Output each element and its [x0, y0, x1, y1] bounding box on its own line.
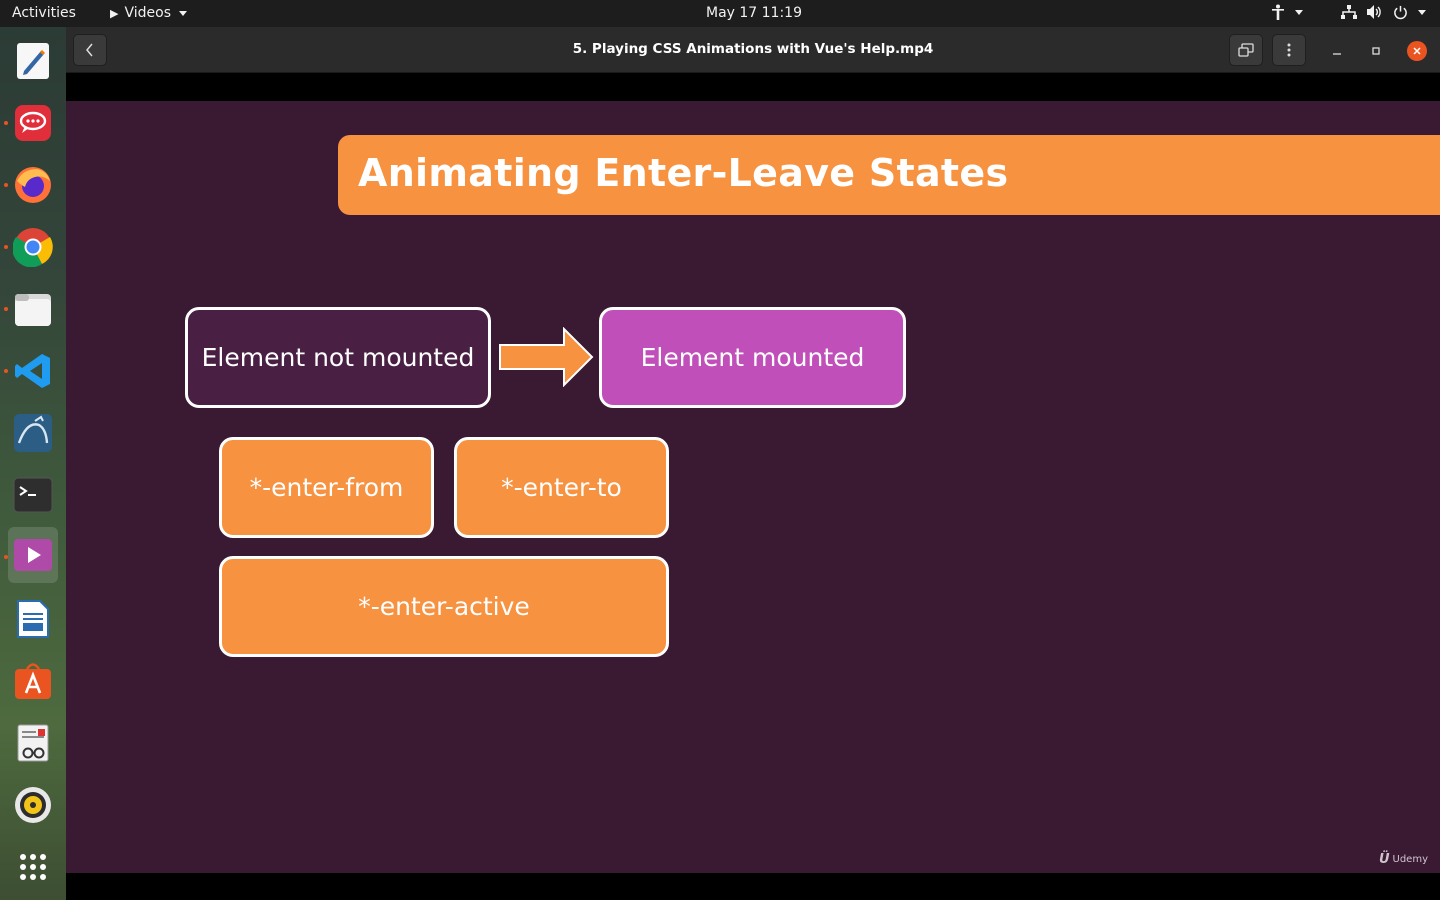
rhythmbox-icon — [15, 787, 51, 823]
box-element-mounted-label: Element mounted — [640, 343, 865, 372]
folder-icon — [15, 294, 51, 326]
dock-ubuntu-software[interactable] — [8, 653, 58, 709]
close-icon — [1413, 47, 1421, 55]
chevron-down-icon[interactable] — [1295, 9, 1303, 15]
box-enter-to-label: *-enter-to — [501, 473, 622, 502]
vscode-icon — [15, 354, 50, 388]
dock-terminal[interactable] — [8, 467, 58, 523]
top-bar: Activities ▶ Videos May 17 11:19 — [0, 0, 1440, 27]
chrome-icon — [13, 228, 53, 267]
box-enter-active-label: *-enter-active — [358, 592, 530, 621]
dock-libreoffice-writer[interactable] — [8, 591, 58, 647]
dock-rhythmbox[interactable] — [8, 777, 58, 833]
dock-chrome[interactable] — [8, 219, 58, 275]
box-element-mounted: Element mounted — [599, 307, 906, 408]
window-header: 5. Playing CSS Animations with Vue's Hel… — [66, 27, 1440, 73]
terminal-icon — [13, 477, 53, 513]
slide-title-band: Animating Enter-Leave States — [338, 135, 1440, 215]
system-tray[interactable] — [1271, 4, 1426, 20]
ubuntu-software-icon — [15, 663, 51, 699]
minimize-button[interactable] — [1327, 41, 1347, 61]
clock-label: May 17 11:19 — [705, 5, 802, 21]
chevron-down-icon[interactable] — [1418, 9, 1426, 15]
dock-videos[interactable] — [8, 527, 58, 583]
mysql-workbench-icon — [14, 414, 52, 452]
restore-window-icon — [1238, 43, 1254, 57]
box-element-not-mounted-label: Element not mounted — [201, 343, 475, 372]
udemy-watermark-label: Udemy — [1392, 854, 1428, 865]
volume-icon[interactable] — [1367, 5, 1383, 19]
dock-document-viewer[interactable] — [8, 715, 58, 771]
document-viewer-icon — [17, 724, 49, 762]
network-icon[interactable] — [1341, 5, 1357, 19]
maximize-icon — [1372, 47, 1380, 55]
power-icon[interactable] — [1393, 5, 1408, 20]
menu-button[interactable] — [1272, 34, 1306, 66]
text-editor-icon — [17, 43, 49, 79]
accessibility-icon[interactable] — [1271, 4, 1285, 20]
video-frame: Animating Enter-Leave States Element not… — [66, 101, 1440, 873]
dock-rocketchat[interactable] — [8, 95, 58, 151]
dock-vscode[interactable] — [8, 343, 58, 399]
dock-firefox[interactable] — [8, 157, 58, 213]
clock[interactable]: May 17 11:19 — [0, 5, 1440, 21]
box-element-not-mounted: Element not mounted — [185, 307, 491, 408]
dock — [0, 27, 66, 900]
udemy-watermark: Ü Udemy — [1379, 852, 1428, 867]
dock-files[interactable] — [8, 281, 58, 337]
dock-mysql-workbench[interactable] — [8, 405, 58, 461]
box-enter-from-label: *-enter-from — [249, 473, 404, 502]
box-enter-to: *-enter-to — [454, 437, 669, 538]
libreoffice-writer-icon — [17, 600, 49, 638]
maximize-button[interactable] — [1366, 41, 1386, 61]
rocketchat-icon — [15, 105, 51, 141]
udemy-logo-icon: Ü — [1378, 852, 1390, 867]
close-button[interactable] — [1407, 41, 1427, 61]
dock-show-applications[interactable] — [8, 839, 58, 895]
slide-title: Animating Enter-Leave States — [358, 151, 1009, 195]
dock-text-editor[interactable] — [8, 33, 58, 89]
firefox-icon — [15, 167, 51, 203]
minimize-icon — [1333, 53, 1341, 55]
video-player[interactable]: Animating Enter-Leave States Element not… — [66, 74, 1440, 900]
box-enter-from: *-enter-from — [219, 437, 434, 538]
videos-icon — [14, 539, 52, 571]
unfullscreen-button[interactable] — [1229, 34, 1263, 66]
box-enter-active: *-enter-active — [219, 556, 669, 657]
arrow-right-icon — [499, 327, 594, 387]
kebab-menu-icon — [1287, 43, 1291, 57]
app-grid-icon — [20, 854, 46, 880]
